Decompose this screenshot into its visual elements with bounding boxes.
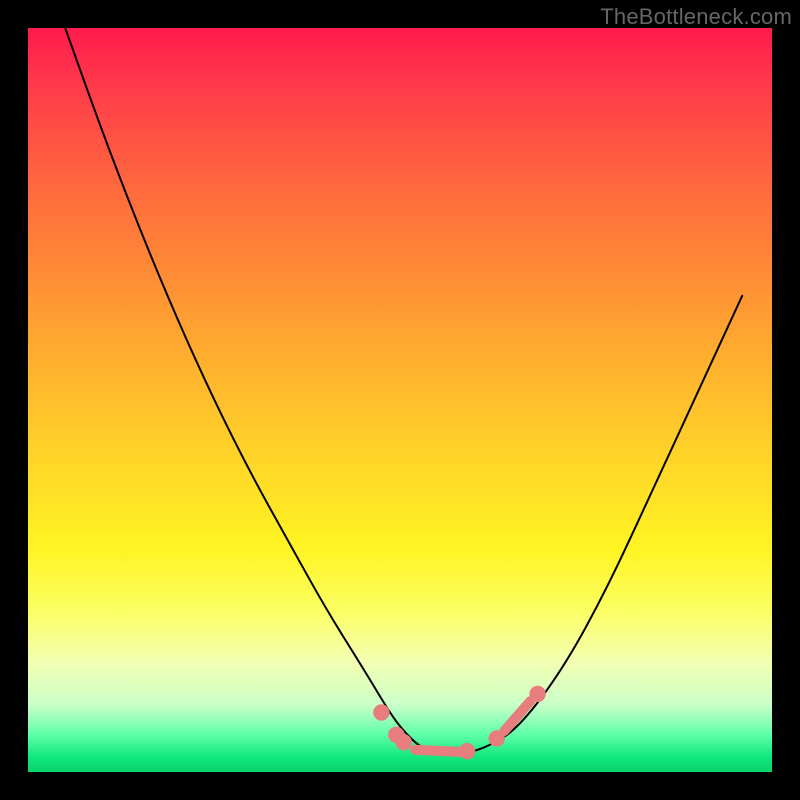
marker-dot: [373, 704, 389, 720]
marker-bar: [415, 750, 460, 752]
chart-svg: [28, 28, 772, 772]
watermark-text: TheBottleneck.com: [600, 4, 792, 30]
marker-dot: [459, 743, 475, 759]
marker-dot: [529, 686, 545, 702]
marker-dot: [396, 734, 412, 750]
bottleneck-curve: [65, 28, 742, 753]
chart-plot-area: [28, 28, 772, 772]
